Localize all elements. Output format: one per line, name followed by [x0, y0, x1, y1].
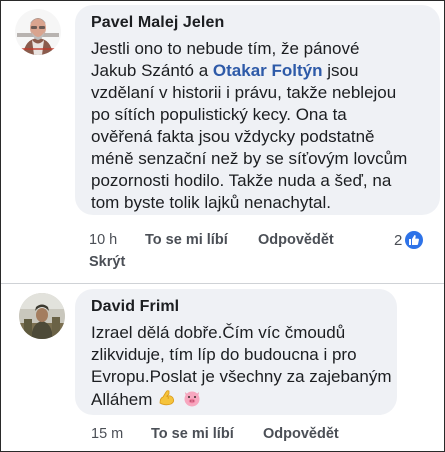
comment-timestamp[interactable]: 10 h: [89, 232, 117, 248]
comment-text: ověřená fakta jsou vždycky podstatně: [91, 127, 375, 146]
hide-button[interactable]: Skrýt: [89, 254, 125, 270]
comment-author[interactable]: Pavel Malej Jelen: [91, 14, 224, 32]
comment-text: tom byste tolik lajků nenachytal.: [91, 193, 332, 212]
reaction-count: 2: [394, 231, 403, 249]
comment-text: vzdělaní v historii i právu, takže neble…: [91, 83, 397, 102]
pig-face-icon: [182, 388, 202, 414]
flexed-biceps-icon: [157, 388, 177, 414]
comment-text: Jakub Szántó a: [91, 61, 213, 80]
reply-button[interactable]: Odpovědět: [263, 426, 339, 442]
comment-text-line: ověřená fakta jsou vždycky podstatně: [91, 126, 375, 148]
comment-text-line: méně senzační než by se síťovým lovcům: [91, 148, 407, 170]
comment-text: méně senzační než by se síťovým lovcům: [91, 149, 408, 168]
like-button[interactable]: To se mi líbí: [151, 426, 234, 442]
mention-link[interactable]: Otakar Foltýn: [213, 61, 323, 80]
comment-text-line: Jakub Szántó a Otakar Foltýn jsou: [91, 60, 358, 82]
comment-text: po sítích populistický kecy. Ona ta: [91, 105, 347, 124]
comment-text-line: Izrael dělá dobře.Čím víc čmoudů: [91, 322, 345, 344]
comments-panel: Pavel Malej Jelen Jestli ono to nebude t…: [0, 0, 445, 452]
comment-text-line: zlikviduje, tím líp do budoucna i pro: [91, 344, 357, 366]
comment-text: zlikviduje, tím líp do budoucna i pro: [91, 345, 357, 364]
comment-text: jsou: [322, 61, 359, 80]
reaction-summary[interactable]: 2: [394, 231, 424, 249]
comment-text: Alláhem: [91, 390, 153, 409]
comment-text: Jestli ono to nebude tím, že pánové: [91, 39, 360, 58]
reply-button[interactable]: Odpovědět: [258, 232, 334, 248]
comment-text-line: pozornosti hodilo. Takže nuda a šeď, na: [91, 170, 391, 192]
comment-text-line: Jestli ono to nebude tím, že pánové: [91, 38, 359, 60]
comment-text: Izrael dělá dobře.Čím víc čmoudů: [91, 323, 346, 342]
avatar[interactable]: [15, 9, 61, 55]
comment-text: Evropu.Poslat je všechny za zajebaným: [91, 367, 392, 386]
comment-text-line: vzdělaní v historii i právu, takže neble…: [91, 82, 396, 104]
comment-divider: [1, 283, 444, 284]
comment-text-line: Evropu.Poslat je všechny za zajebaným: [91, 366, 392, 388]
comment-text-line: po sítích populistický kecy. Ona ta: [91, 104, 347, 126]
comment-text: pozornosti hodilo. Takže nuda a šeď, na: [91, 171, 392, 190]
like-button[interactable]: To se mi líbí: [145, 232, 228, 248]
comment-timestamp[interactable]: 15 m: [91, 426, 123, 442]
comment-text-line: Alláhem: [91, 388, 202, 414]
avatar[interactable]: [19, 293, 65, 339]
comment-author[interactable]: David Friml: [91, 298, 179, 316]
comment-text-line: tom byste tolik lajků nenachytal.: [91, 192, 331, 214]
thumbs-up-icon: [405, 231, 424, 249]
